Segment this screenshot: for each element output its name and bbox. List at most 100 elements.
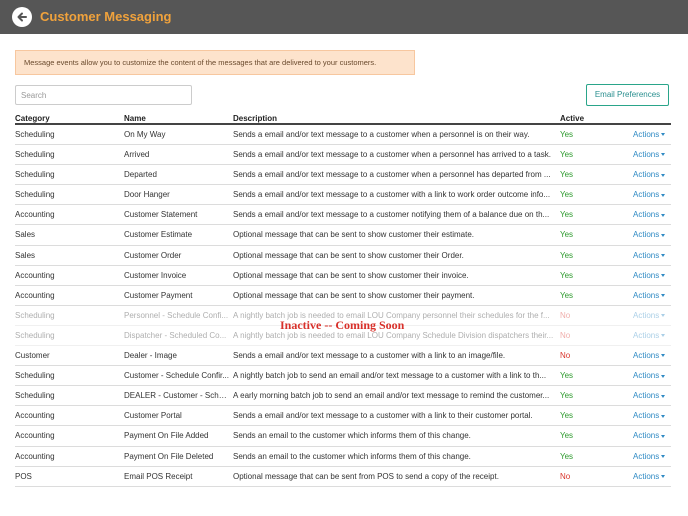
- actions-dropdown[interactable]: Actions: [633, 447, 671, 467]
- row-description: Sends a email and/or text message to a c…: [233, 190, 551, 200]
- actions-label: Actions: [633, 471, 660, 481]
- row-active-status: Yes: [560, 411, 574, 421]
- row-active-status: Yes: [560, 431, 574, 441]
- row-active-status: No: [560, 330, 571, 340]
- actions-label: Actions: [633, 150, 660, 160]
- row-description: Optional message that can be sent to sho…: [233, 250, 464, 260]
- table-row: Scheduling DEALER - Customer - Sche... A e…: [15, 386, 671, 407]
- caret-down-icon: [661, 193, 666, 197]
- actions-dropdown[interactable]: Actions: [633, 306, 671, 326]
- caret-down-icon: [661, 454, 666, 458]
- row-name: Customer Order: [124, 250, 182, 260]
- actions-dropdown[interactable]: Actions: [633, 326, 671, 346]
- actions-dropdown[interactable]: Actions: [633, 165, 671, 185]
- row-category: Accounting: [15, 411, 55, 421]
- actions-label: Actions: [633, 170, 660, 180]
- actions-label: Actions: [633, 230, 660, 240]
- actions-dropdown[interactable]: Actions: [633, 386, 671, 406]
- row-name: Payment On File Added: [124, 431, 209, 441]
- actions-dropdown[interactable]: Actions: [633, 366, 671, 386]
- actions-label: Actions: [633, 371, 660, 381]
- actions-dropdown[interactable]: Actions: [633, 467, 671, 487]
- row-category: Accounting: [15, 451, 55, 461]
- row-name: Arrived: [124, 150, 150, 160]
- row-category: Scheduling: [15, 150, 55, 160]
- row-category: Scheduling: [15, 330, 55, 340]
- actions-label: Actions: [633, 391, 660, 401]
- search-input[interactable]: [15, 85, 192, 105]
- row-active-status: Yes: [560, 270, 574, 280]
- actions-label: Actions: [633, 351, 660, 361]
- inactive-overlay-label: Inactive -- Coming Soon: [280, 318, 405, 332]
- row-description: Sends a email and/or text message to a c…: [233, 130, 530, 139]
- caret-down-icon: [661, 314, 666, 318]
- email-preferences-button[interactable]: Email Preferences: [586, 84, 669, 106]
- table-row: Scheduling Customer - Schedule Confir... A…: [15, 366, 671, 387]
- row-description: Sends an email to the customer which inf…: [233, 431, 471, 441]
- table-row: Accounting Customer Portal Sends a email a…: [15, 406, 671, 427]
- page-title: Customer Messaging: [40, 9, 172, 24]
- message-events-table: Category Name Description Active Schedul…: [15, 114, 671, 487]
- row-category: Sales: [15, 250, 36, 260]
- table-row: Scheduling On My Way Sends a email and/or …: [15, 125, 671, 146]
- info-notice: Message events allow you to customize th…: [15, 50, 415, 75]
- actions-label: Actions: [633, 411, 660, 421]
- row-name: Customer - Schedule Confir...: [124, 371, 229, 381]
- row-name: Personnel - Schedule Confi...: [124, 310, 229, 320]
- actions-dropdown[interactable]: Actions: [633, 346, 671, 366]
- row-active-status: Yes: [560, 290, 574, 300]
- table-row: Accounting Payment On File Deleted Sends a…: [15, 447, 671, 467]
- table-row: Scheduling Arrived Sends a email and/or te…: [15, 145, 671, 166]
- column-header-name: Name: [124, 114, 146, 123]
- row-active-status: Yes: [560, 190, 574, 200]
- row-active-status: Yes: [560, 391, 574, 401]
- row-active-status: No: [560, 310, 571, 320]
- actions-dropdown[interactable]: Actions: [633, 406, 671, 426]
- actions-dropdown[interactable]: Actions: [633, 246, 671, 266]
- row-description: A early morning batch job to send an ema…: [233, 391, 550, 401]
- row-name: Email POS Receipt: [124, 471, 193, 481]
- row-active-status: Yes: [560, 130, 574, 139]
- row-category: Scheduling: [15, 391, 55, 401]
- row-active-status: Yes: [560, 250, 574, 260]
- actions-label: Actions: [633, 310, 660, 320]
- actions-dropdown[interactable]: Actions: [633, 286, 671, 306]
- actions-dropdown[interactable]: Actions: [633, 225, 671, 245]
- table-row: Accounting Customer Payment Optional messa…: [15, 286, 671, 306]
- row-active-status: Yes: [560, 230, 574, 240]
- column-header-description: Description: [233, 114, 278, 123]
- caret-down-icon: [661, 173, 666, 177]
- row-category: Customer: [15, 351, 50, 361]
- actions-dropdown[interactable]: Actions: [633, 185, 671, 205]
- row-category: Accounting: [15, 290, 55, 300]
- caret-down-icon: [661, 414, 666, 418]
- actions-label: Actions: [633, 451, 660, 461]
- caret-down-icon: [661, 354, 666, 358]
- caret-down-icon: [661, 133, 666, 137]
- table-row: Accounting Customer Invoice Optional messa…: [15, 266, 671, 286]
- caret-down-icon: [661, 274, 666, 278]
- row-active-status: No: [560, 351, 571, 361]
- table-header: Category Name Description Active: [15, 114, 671, 125]
- row-category: Accounting: [15, 270, 55, 280]
- row-active-status: Yes: [560, 150, 574, 160]
- row-description: Sends a email and/or text message to a c…: [233, 351, 506, 361]
- actions-dropdown[interactable]: Actions: [633, 205, 671, 225]
- actions-dropdown[interactable]: Actions: [633, 426, 671, 446]
- table-row: POS Email POS Receipt Optional message tha…: [15, 467, 671, 487]
- actions-label: Actions: [633, 330, 660, 340]
- row-name: DEALER - Customer - Sche...: [124, 391, 229, 401]
- row-name: On My Way: [124, 130, 166, 139]
- actions-dropdown[interactable]: Actions: [633, 266, 671, 286]
- back-arrow-icon[interactable]: [12, 7, 32, 27]
- row-active-status: Yes: [560, 210, 574, 220]
- row-description: Sends a email and/or text message to a c…: [233, 150, 551, 160]
- row-description: Optional message that can be sent to sho…: [233, 290, 475, 300]
- row-name: Departed: [124, 170, 157, 180]
- column-header-active: Active: [560, 114, 585, 123]
- actions-dropdown[interactable]: Actions: [633, 125, 671, 145]
- actions-label: Actions: [633, 270, 660, 280]
- row-category: Accounting: [15, 431, 55, 441]
- row-category: Scheduling: [15, 190, 55, 200]
- actions-dropdown[interactable]: Actions: [633, 145, 671, 165]
